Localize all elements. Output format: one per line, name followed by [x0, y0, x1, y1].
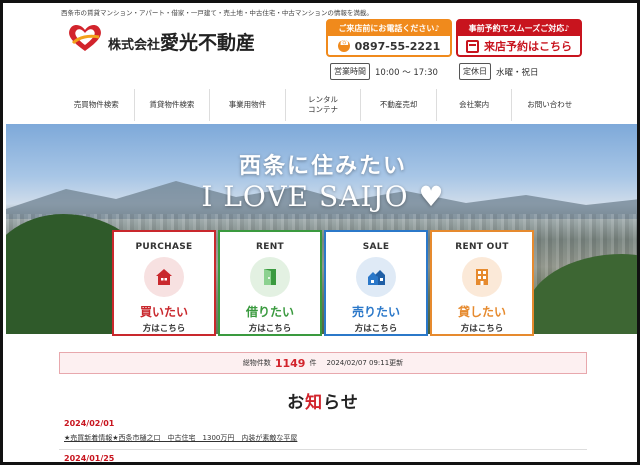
- card-rent-out-jp: 貸したい: [457, 305, 506, 319]
- closed-label: 定休日: [459, 63, 491, 80]
- company-logo[interactable]: 株式会社愛光不動産: [108, 28, 255, 55]
- card-purchase[interactable]: PURCHASE 買いたい 方はこちら: [112, 230, 216, 336]
- hero-title: 西条に住みたい: [238, 154, 407, 179]
- news-date: 2024/01/25: [64, 454, 115, 463]
- card-sale-en: SALE: [362, 242, 390, 252]
- news-heading-post: らせ: [323, 393, 359, 413]
- phone-icon: [337, 38, 350, 52]
- heart-icon: ♥: [418, 180, 445, 213]
- card-rent-jp: 借りたい: [245, 305, 294, 319]
- nav-item-sell-property[interactable]: 不動産売却: [360, 89, 436, 121]
- count-unit: 件: [309, 359, 317, 367]
- news-link[interactable]: ★売買新着情報★西条市樋之口 中古住宅 1300万円 内装が素敵な平屋: [64, 433, 297, 443]
- news-date: 2024/02/01: [64, 419, 115, 428]
- hero-subtitle-text: I LOVE SAIJO: [201, 180, 409, 213]
- nav-item-business[interactable]: 事業用物件: [209, 89, 285, 121]
- houses-icon: [356, 257, 396, 297]
- visit-reservation-button[interactable]: 事前予約でスムーズご対応♪ 来店予約はこちら: [456, 19, 582, 57]
- nav-item-rental-container[interactable]: レンタル コンテナ: [284, 89, 361, 121]
- company-name: 愛光不動産: [160, 32, 256, 54]
- hero-banner: 西条に住みたい I LOVE SAIJO ♥: [6, 124, 637, 334]
- card-rent-en: RENT: [256, 242, 284, 252]
- hours-value: 10:00 ～ 17:30: [375, 67, 438, 78]
- count-prefix: 総物件数: [242, 359, 271, 367]
- business-hours: 営業時間 10:00 ～ 17:30: [330, 63, 438, 80]
- closed-value: 水曜・祝日: [496, 67, 539, 78]
- page-frame: 西条市の賃貸マンション・アパート・借家・一戸建て・売土地・中古住宅・中古マンショ…: [0, 0, 640, 465]
- visit-cta-label: 来店予約はこちら: [484, 40, 572, 53]
- property-count: 1149: [274, 356, 306, 370]
- card-sale-jp: 売りたい: [351, 305, 400, 319]
- card-rent-sub: 方はこちら: [248, 324, 292, 334]
- calendar-icon: [466, 39, 479, 53]
- building-icon: [462, 257, 502, 297]
- card-purchase-jp: 買いたい: [139, 305, 188, 319]
- company-prefix: 株式会社: [108, 38, 161, 53]
- hero-subtitle: I LOVE SAIJO ♥: [6, 180, 637, 213]
- phone-cta-heading: ご来店前にお電話ください♪: [328, 21, 450, 36]
- nav-item-contact[interactable]: お問い合わせ: [511, 89, 587, 121]
- phone-cta-button[interactable]: ご来店前にお電話ください♪ 0897-55-2221: [326, 19, 452, 57]
- visit-cta-heading: 事前予約でスムーズご対応♪: [458, 21, 580, 36]
- hours-label: 営業時間: [330, 63, 370, 80]
- card-rent[interactable]: RENT 借りたい 方はこちら: [218, 230, 322, 336]
- door-icon: [250, 257, 290, 297]
- news-heading: お知らせ: [3, 388, 637, 413]
- card-rent-out-en: RENT OUT: [455, 242, 509, 252]
- card-sale[interactable]: SALE 売りたい 方はこちら: [324, 230, 428, 336]
- updated-timestamp: 2024/02/07 09:11更新: [326, 359, 404, 367]
- site-tagline: 西条市の賃貸マンション・アパート・借家・一戸建て・売土地・中古住宅・中古マンショ…: [61, 9, 373, 17]
- news-heading-pre: お: [287, 393, 306, 413]
- news-heading-accent: 知: [305, 393, 324, 413]
- main-nav: 売買物件検索 賃貸物件検索 事業用物件 レンタル コンテナ 不動産売却 会社案内…: [59, 89, 587, 121]
- card-purchase-sub: 方はこちら: [142, 324, 186, 334]
- card-rent-out[interactable]: RENT OUT 貸したい 方はこちら: [430, 230, 534, 336]
- nav-item-rent-search[interactable]: 賃貸物件検索: [133, 89, 210, 121]
- nav-item-company[interactable]: 会社案内: [435, 89, 512, 121]
- house-icon: [144, 257, 184, 297]
- card-sale-sub: 方はこちら: [354, 324, 398, 334]
- nav-item-sale-search[interactable]: 売買物件検索: [59, 89, 134, 121]
- card-purchase-en: PURCHASE: [135, 242, 193, 252]
- news-divider: [59, 449, 587, 450]
- closed-days: 定休日 水曜・祝日: [459, 63, 539, 80]
- heart-logo-icon[interactable]: [67, 23, 103, 53]
- property-count-bar: 総物件数 1149 件 2024/02/07 09:11更新: [59, 352, 587, 374]
- card-rent-out-sub: 方はこちら: [460, 324, 504, 334]
- phone-number: 0897-55-2221: [354, 39, 441, 53]
